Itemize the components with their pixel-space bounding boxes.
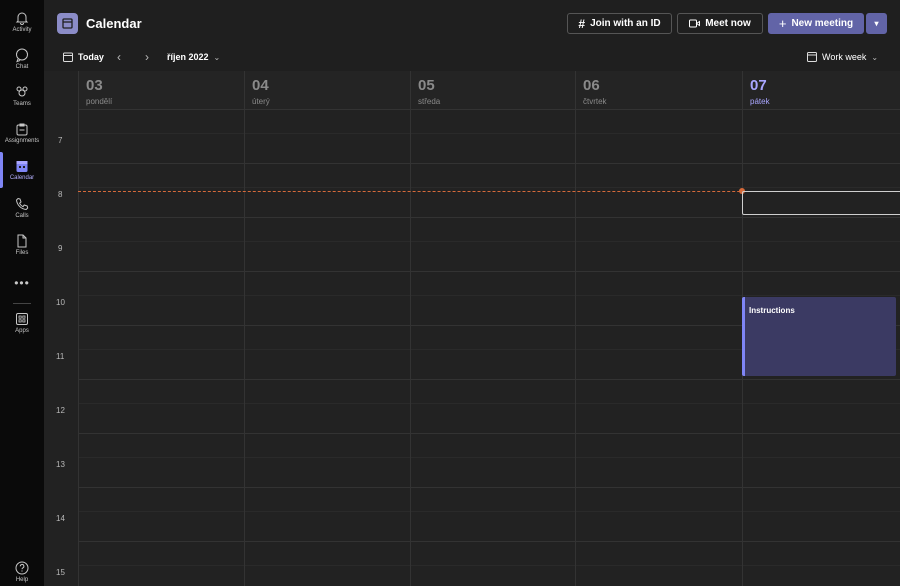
more-options-button[interactable]: ••• (0, 276, 44, 290)
hour-label: 15 (56, 568, 65, 577)
plus-icon: + (778, 16, 787, 31)
day-header-today[interactable]: 07 pátek (742, 71, 900, 109)
hour-label: 11 (56, 352, 65, 361)
rail-label: Calls (15, 213, 29, 219)
chevron-right-icon: › (145, 50, 149, 64)
ellipsis-icon: ••• (14, 276, 30, 290)
assignments-icon (16, 123, 28, 136)
app-rail: Activity Chat Teams Assignments Calendar… (0, 0, 44, 586)
event-placeholder[interactable] (742, 191, 900, 215)
calendar-icon (62, 18, 73, 29)
phone-icon (15, 197, 29, 211)
meet-now-button[interactable]: Meet now (677, 13, 763, 34)
hour-label: 7 (58, 136, 63, 145)
day-name: středa (418, 97, 441, 106)
chevron-down-icon: ⌄ (213, 52, 221, 62)
teams-icon (16, 86, 28, 97)
hour-label: 9 (58, 244, 63, 253)
rail-assignments[interactable]: Assignments (0, 121, 44, 144)
day-number: 06 (583, 77, 600, 94)
file-icon (17, 234, 27, 248)
hour-label: 13 (56, 460, 65, 469)
view-label: Work week (822, 52, 867, 62)
chevron-down-icon: ⌄ (871, 52, 879, 62)
day-header[interactable]: 05 středa (410, 71, 576, 109)
rail-apps[interactable]: Apps (0, 311, 44, 334)
chevron-down-icon: ▾ (874, 19, 879, 28)
day-number: 07 (750, 77, 767, 94)
rail-label: Activity (12, 27, 32, 33)
chat-icon (16, 48, 28, 63)
hour-label: 12 (56, 406, 65, 415)
day-header[interactable]: 06 čtvrtek (575, 71, 743, 109)
rail-label: Help (15, 577, 29, 583)
new-meeting-button[interactable]: + New meeting (768, 13, 864, 34)
hour-label: 10 (56, 298, 65, 307)
bell-icon (15, 12, 29, 25)
event-card[interactable]: Instructions (742, 297, 896, 376)
rail-help[interactable]: Help (0, 560, 44, 583)
rail-chat[interactable]: Chat (0, 47, 44, 70)
video-icon (689, 19, 701, 28)
view-icon (807, 52, 817, 62)
prev-week-button[interactable]: ‹ (117, 50, 121, 64)
day-name: pátek (750, 97, 770, 106)
day-column[interactable] (78, 71, 245, 586)
event-title: Instructions (749, 306, 795, 315)
rail-label: Chat (15, 64, 29, 70)
month-label: říjen 2022 (167, 52, 209, 62)
day-column[interactable] (244, 71, 411, 586)
join-with-id-button[interactable]: # Join with an ID (567, 13, 672, 34)
day-name: pondělí (86, 97, 113, 106)
view-switcher[interactable]: Work week ⌄ (807, 52, 878, 62)
rail-calendar[interactable]: Calendar (0, 158, 44, 181)
week-grid: 03 pondělí 04 úterý 05 středa 06 čtvrtek… (44, 71, 900, 586)
hash-icon: # (578, 16, 586, 31)
page-title: Calendar (86, 16, 142, 31)
today-button[interactable]: Today (63, 52, 104, 62)
today-label: Today (78, 52, 104, 62)
next-week-button[interactable]: › (145, 50, 149, 64)
new-meeting-label: New meeting (791, 18, 854, 29)
day-column[interactable] (410, 71, 576, 586)
calendar-toolbar: Today ‹ › říjen 2022 ⌄ Work week ⌄ (44, 44, 900, 72)
rail-label: Calendar (9, 175, 35, 181)
calendar-app-icon (57, 13, 78, 34)
rail-teams[interactable]: Teams (0, 84, 44, 107)
rail-calls[interactable]: Calls (0, 196, 44, 219)
rail-files[interactable]: Files (0, 233, 44, 256)
rail-label: Assignments (4, 138, 40, 144)
calendar-today-icon (63, 52, 73, 62)
new-meeting-dropdown[interactable]: ▾ (866, 13, 887, 34)
rail-label: Apps (15, 328, 29, 334)
day-number: 04 (252, 77, 269, 94)
hour-label: 8 (58, 190, 63, 199)
month-picker[interactable]: říjen 2022 ⌄ (167, 52, 220, 62)
day-name: čtvrtek (583, 97, 607, 106)
hour-label: 14 (56, 514, 65, 523)
rail-activity[interactable]: Activity (0, 10, 44, 33)
day-header[interactable]: 04 úterý (244, 71, 411, 109)
rail-divider (13, 303, 31, 304)
day-number: 05 (418, 77, 435, 94)
join-label: Join with an ID (590, 18, 661, 29)
rail-label: Teams (13, 101, 31, 107)
apps-icon (16, 313, 28, 325)
help-icon (15, 561, 29, 575)
calendar-icon (16, 161, 28, 172)
header-bar: Calendar # Join with an ID Meet now + Ne… (44, 0, 900, 45)
day-header[interactable]: 03 pondělí (78, 71, 245, 109)
chevron-left-icon: ‹ (117, 50, 121, 64)
day-number: 03 (86, 77, 103, 94)
rail-label: Files (15, 250, 29, 256)
day-name: úterý (252, 97, 270, 106)
day-column[interactable] (575, 71, 743, 586)
meet-label: Meet now (705, 18, 751, 29)
